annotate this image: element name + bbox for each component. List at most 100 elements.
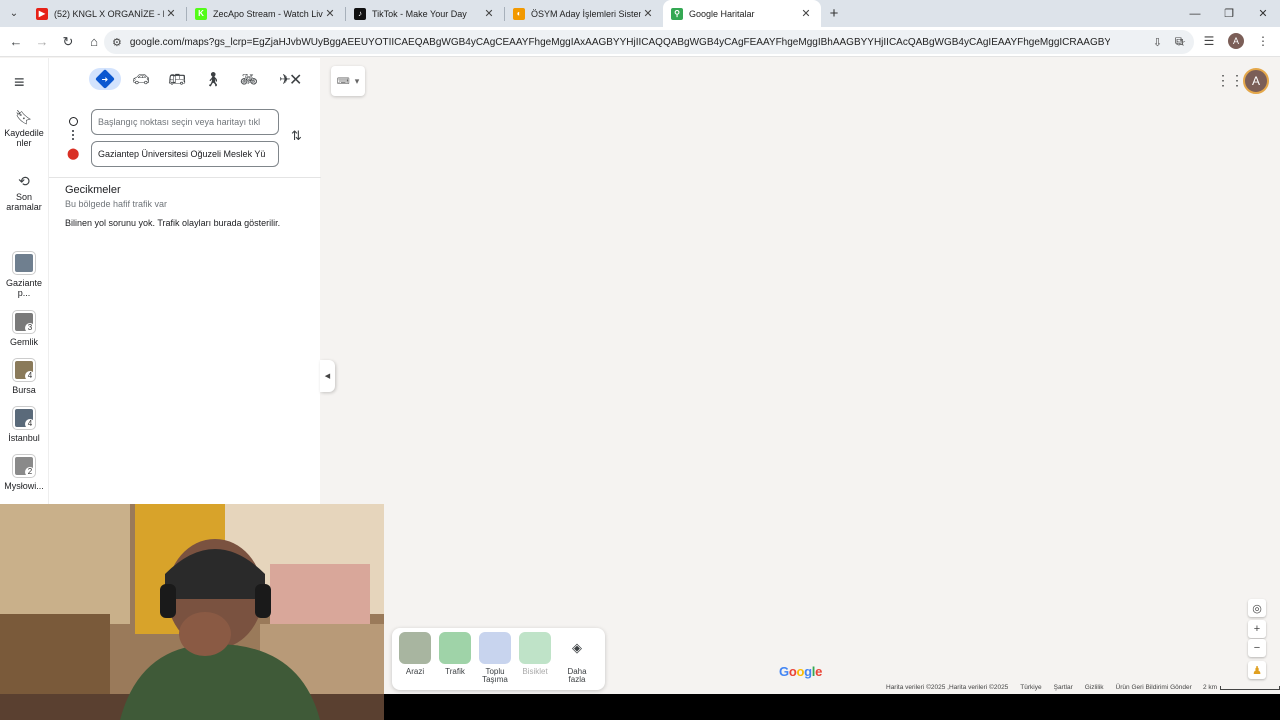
traffic-message: Bilinen yol sorunu yok. Trafik olayları … [65, 218, 281, 228]
new-tab-plus-icon[interactable]: + [821, 0, 847, 27]
bookmark-icon: 🔖︎ [15, 109, 33, 125]
tab-title: ÖSYM Aday İşlemleri Sistemi - S [531, 8, 641, 19]
traffic-title: Gecikmeler [65, 184, 121, 196]
tab-close-icon[interactable]: ✕ [323, 7, 337, 20]
webcam-overlay [0, 504, 384, 720]
back-arrow-icon[interactable]: ← [4, 30, 28, 54]
site-settings-icon[interactable]: ⚙ [112, 36, 122, 49]
restore-icon[interactable]: ❐ [1212, 0, 1246, 27]
place-label: p... [17, 288, 31, 298]
start-point-input[interactable]: Başlangıç noktası seçin veya haritayı tı… [91, 109, 279, 135]
close-directions-icon[interactable]: ✕ [289, 70, 302, 90]
history-icon: ⟲ [18, 173, 30, 189]
tab-search-dropdown-icon[interactable]: ⌄ [0, 0, 28, 27]
tab-close-icon[interactable]: ✕ [482, 7, 496, 20]
recent-place-item[interactable]: 4 Bursa [0, 359, 48, 395]
browser-toolbar: ← → ↻ ⌂ ⚙ google.com/maps?gs_lcrp=EgZjaH… [0, 27, 1280, 57]
recent-place-item[interactable]: 4 İstanbul [0, 407, 48, 443]
directions-header: ➜ 🚗︎ 🚌︎ 🚶︎ 🚲︎ ✈︎ ✕ ⬤ Başlangıç noktası s… [49, 58, 321, 178]
account-avatar[interactable]: A [1243, 68, 1269, 94]
footer-link[interactable]: Ürün Geri Bildirimi Gönder [1116, 684, 1192, 691]
taskbar-gap [384, 694, 1280, 720]
directions-diamond-icon: ➜ [95, 69, 115, 89]
walking-icon[interactable]: 🚶︎ [197, 68, 229, 90]
rail-saved[interactable]: 🔖︎ Kaydedile nler [0, 109, 48, 148]
tab-close-icon[interactable]: ✕ [641, 7, 655, 20]
destination-input[interactable]: Gaziantep Üniversitesi Oğuzeli Meslek Yü [91, 141, 279, 167]
keyboard-icon: ⌨ [336, 75, 350, 86]
rail-recent[interactable]: ⟲ Son aramalar [0, 173, 48, 212]
browser-tab[interactable]: ♪ TikTok - Make Your Day ✕ [346, 0, 504, 27]
recent-place-item[interactable]: Gaziante p... [0, 252, 48, 298]
tab-favicon-icon: ▶ [36, 7, 48, 20]
footer-link[interactable]: Gizlilik [1085, 684, 1104, 691]
url-text[interactable]: google.com/maps?gs_lcrp=EgZjaHJvbWUyBggA… [130, 37, 1110, 48]
address-bar[interactable]: ⚙ google.com/maps?gs_lcrp=EgZjaHJvbWUyBg… [104, 30, 1194, 54]
traffic-subtitle: Bu bölgede hafif trafik var [65, 199, 168, 209]
place-thumbnail: 4 [13, 359, 35, 381]
layer-swatch [479, 632, 511, 664]
place-label: Gaziante [5, 278, 43, 288]
browser-menu-icon[interactable]: ⋮ [1252, 30, 1274, 52]
car-icon[interactable]: 🚗︎ [125, 68, 157, 90]
transit-bus-icon[interactable]: 🚌︎ [161, 68, 193, 90]
layer-option[interactable]: Trafik [438, 632, 472, 686]
swap-waypoints-icon[interactable]: ⇅ [291, 128, 302, 144]
tab-title: TikTok - Make Your Day [372, 8, 467, 19]
reading-list-icon[interactable]: ☰ [1198, 30, 1220, 52]
browser-tab[interactable]: ⚲ Google Haritalar ✕ [663, 0, 821, 27]
bicycle-icon[interactable]: 🚲︎ [233, 68, 265, 90]
place-thumbnail [13, 252, 35, 274]
layer-swatch [519, 632, 551, 664]
pegman-street-view-icon[interactable]: ♟ [1248, 661, 1266, 679]
layer-option[interactable]: Arazi [398, 632, 432, 686]
layer-more[interactable]: ◈ Daha fazla [560, 632, 594, 686]
travel-modes: ➜ 🚗︎ 🚌︎ 🚶︎ 🚲︎ ✈︎ [89, 68, 301, 90]
recent-place-item[interactable]: 3 Gemlik [0, 311, 48, 347]
mode-best-route[interactable]: ➜ [89, 68, 121, 90]
place-label: İstanbul [8, 433, 40, 443]
destination-pin-icon: ⬤ [67, 148, 80, 160]
tab-close-icon[interactable]: ✕ [164, 7, 178, 20]
close-window-icon[interactable]: ✕ [1246, 0, 1280, 27]
tab-list: ▶(52) KNGL X ORGANİZE - KATLİ✕KZecApo St… [28, 0, 821, 27]
tab-close-icon[interactable]: ✕ [799, 7, 813, 20]
minimize-icon[interactable]: — [1178, 0, 1212, 27]
zoom-in-button[interactable]: + [1248, 620, 1266, 638]
my-location-icon[interactable]: ◎ [1248, 599, 1266, 617]
install-app-icon[interactable]: ⇩ [1153, 36, 1162, 49]
browser-tab[interactable]: K ZecApo Stream - Watch Live or✕ [187, 0, 345, 27]
collapse-panel-button[interactable]: ◀ [320, 360, 335, 392]
hamburger-menu-icon[interactable]: ≡ [14, 72, 25, 93]
place-count-badge: 3 [25, 323, 35, 333]
tab-favicon-icon: K [195, 7, 207, 20]
place-thumbnail: 2 [13, 455, 35, 477]
zoom-out-button[interactable]: − [1248, 639, 1266, 657]
layer-option[interactable]: Bisiklet [518, 632, 552, 686]
layer-option[interactable]: Toplu Taşıma [478, 632, 512, 686]
browser-tab[interactable]: ◐ ÖSYM Aday İşlemleri Sistemi - S✕ [505, 0, 663, 27]
footer-link[interactable]: Harita verileri ©2025 ,Harita verileri ©… [886, 684, 1008, 691]
layer-label: Trafik [445, 667, 465, 676]
route-dots-icon [72, 130, 74, 140]
scale-bar[interactable]: 2 km [1203, 684, 1280, 691]
window-controls: — ❐ ✕ [1178, 0, 1280, 27]
layer-list: Arazi Trafik Toplu Taşıma Bisiklet [398, 632, 552, 686]
footer-link[interactable]: Türkiye [1020, 684, 1041, 691]
tab-title: Google Haritalar [689, 8, 755, 19]
google-logo: Google [779, 664, 823, 679]
reload-icon[interactable]: ↻ [56, 30, 80, 54]
browser-profile-avatar[interactable]: A [1228, 33, 1244, 49]
tab-favicon-icon: ◐ [513, 7, 525, 20]
layer-label: Arazi [405, 667, 425, 676]
tab-title: (52) KNGL X ORGANİZE - KATLİ [54, 8, 164, 19]
input-tools-button[interactable]: ⌨ ▾ [331, 66, 365, 96]
browser-tab[interactable]: ▶ (52) KNGL X ORGANİZE - KATLİ✕ [28, 0, 186, 27]
footer-link[interactable]: Şartlar [1054, 684, 1073, 691]
forward-arrow-icon[interactable]: → [30, 30, 54, 54]
extensions-icon[interactable]: ⧉ [1168, 30, 1190, 52]
layer-swatch [399, 632, 431, 664]
recent-place-item[interactable]: 2 Mysłowi... [0, 455, 48, 491]
webcam-image [0, 504, 384, 720]
home-icon[interactable]: ⌂ [82, 30, 106, 54]
